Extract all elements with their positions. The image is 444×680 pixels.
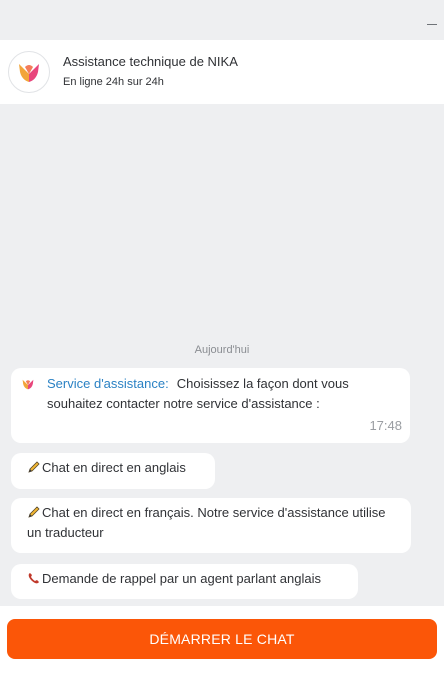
option-callback-request[interactable]: Demande de rappel par un agent parlant a… [11, 564, 358, 599]
chat-footer: DÉMARRER LE CHAT [0, 606, 444, 680]
pencil-icon [28, 461, 40, 473]
chat-messages-area[interactable]: Aujourd'hui Service d'assistance: Choisis… [0, 104, 444, 606]
option-chat-english[interactable]: Chat en direct en anglais [11, 453, 215, 489]
header-status: En ligne 24h sur 24h [63, 76, 164, 88]
chat-widget: Assistance technique de NIKA En ligne 24… [0, 0, 444, 680]
bot-message: Service d'assistance: Choisissez la façon… [11, 368, 410, 443]
chat-header: Assistance technique de NIKA En ligne 24… [0, 40, 444, 104]
window-topbar [0, 0, 444, 40]
nika-logo-icon [8, 51, 50, 93]
option-label: Chat en direct en anglais [42, 460, 186, 475]
start-chat-button[interactable]: DÉMARRER LE CHAT [7, 619, 437, 659]
header-title: Assistance technique de NIKA [63, 54, 238, 69]
message-body: Service d'assistance: Choisissez la façon… [47, 374, 359, 414]
option-label: Demande de rappel par un agent parlant a… [42, 571, 321, 586]
message-sender: Service d'assistance: [47, 376, 169, 391]
pencil-icon [28, 506, 40, 518]
option-chat-french[interactable]: Chat en direct en français. Notre servic… [11, 498, 411, 553]
message-time: 17:48 [369, 418, 402, 433]
date-separator: Aujourd'hui [194, 344, 250, 356]
option-label: Chat en direct en français. Notre servic… [27, 505, 386, 540]
minimize-icon[interactable] [426, 20, 438, 32]
nika-logo-icon [22, 379, 34, 390]
phone-icon [28, 573, 39, 584]
